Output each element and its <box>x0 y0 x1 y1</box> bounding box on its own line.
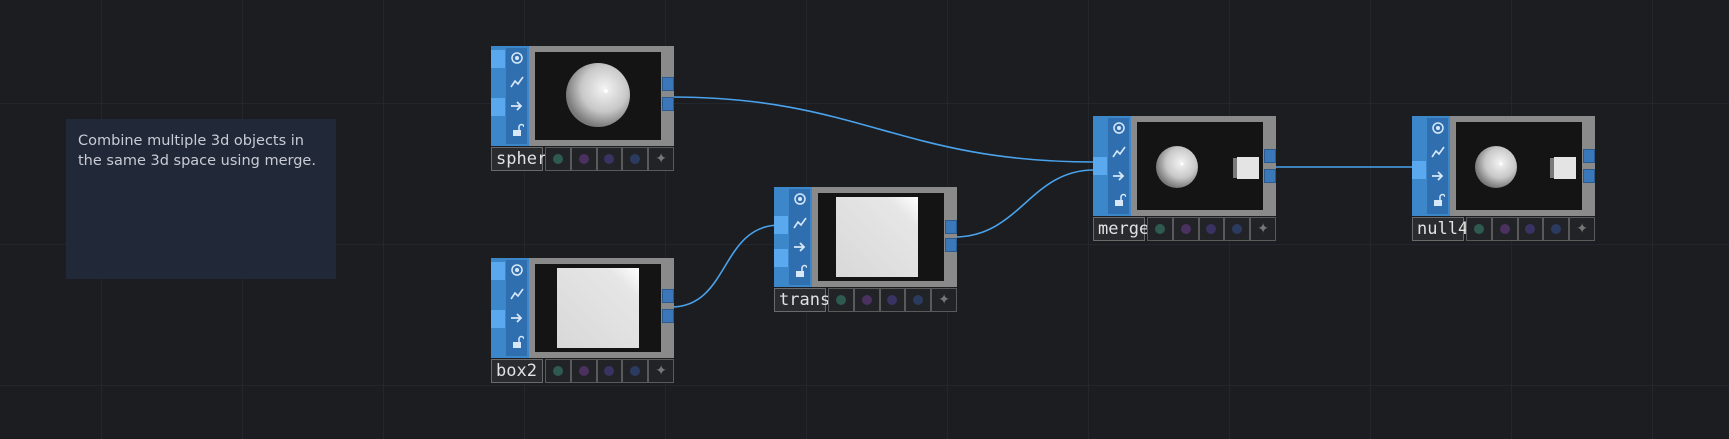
render-flag[interactable] <box>853 288 880 312</box>
cook-icon[interactable] <box>1108 142 1129 162</box>
lock-flag[interactable] <box>622 359 649 383</box>
sphere-preview <box>1475 146 1517 188</box>
viewer-flag[interactable]: ✦ <box>648 147 674 171</box>
node-viewer <box>1456 122 1582 210</box>
viewer-active-icon[interactable] <box>506 260 527 280</box>
lock-flag[interactable] <box>1224 217 1251 241</box>
viewer-active-icon[interactable] <box>506 48 527 68</box>
input-connector[interactable] <box>774 216 788 234</box>
wire-box2-transform1 <box>670 224 781 308</box>
viewer-flag[interactable]: ✦ <box>648 359 674 383</box>
unlock-icon[interactable] <box>1108 190 1129 210</box>
output-connector[interactable] <box>1264 149 1276 163</box>
unlock-icon[interactable] <box>506 332 527 352</box>
cook-icon[interactable] <box>506 72 527 92</box>
input-connector[interactable] <box>491 50 505 68</box>
input-connector[interactable] <box>491 262 505 280</box>
node-flags: ✦ <box>1147 217 1276 241</box>
arrow-right-icon[interactable] <box>1108 166 1129 186</box>
output-connector[interactable] <box>662 77 674 91</box>
output-connector[interactable] <box>945 238 957 252</box>
box-preview <box>1554 157 1576 179</box>
render-flag[interactable] <box>1491 217 1518 241</box>
output-connector[interactable] <box>945 220 957 234</box>
input-connector[interactable] <box>491 310 505 328</box>
comment-box[interactable]: Combine multiple 3d objects in the same … <box>66 119 336 279</box>
node-name-label[interactable]: merge1 <box>1093 217 1159 241</box>
unlock-icon[interactable] <box>789 261 810 281</box>
node-transform1[interactable]: transform1 ✦ <box>774 187 957 316</box>
lock-flag[interactable] <box>622 147 649 171</box>
render-flag[interactable] <box>1172 217 1199 241</box>
arrow-right-icon[interactable] <box>1427 166 1448 186</box>
node-merge1[interactable]: merge1 ✦ <box>1093 116 1276 245</box>
lock-flag[interactable] <box>905 288 932 312</box>
viewer-active-icon[interactable] <box>1427 118 1448 138</box>
output-connector[interactable] <box>662 97 674 111</box>
comment-text: Combine multiple 3d objects in the same … <box>78 133 316 169</box>
node-name-label[interactable]: sphere1 <box>491 147 568 171</box>
output-connector[interactable] <box>662 289 674 303</box>
output-connector[interactable] <box>1583 169 1595 183</box>
node-viewer <box>535 52 661 140</box>
arrow-right-icon[interactable] <box>506 308 527 328</box>
display-flag[interactable] <box>1147 217 1173 241</box>
bypass-flag[interactable] <box>596 147 623 171</box>
node-name-label[interactable]: box2 <box>491 359 543 383</box>
node-viewer <box>818 193 944 281</box>
output-connector[interactable] <box>662 309 674 323</box>
render-flag[interactable] <box>570 147 597 171</box>
viewer-flag[interactable]: ✦ <box>1569 217 1595 241</box>
sphere-preview <box>1156 146 1198 188</box>
viewer-flag[interactable]: ✦ <box>931 288 957 312</box>
node-flags: ✦ <box>828 288 957 312</box>
unlock-icon[interactable] <box>506 120 527 140</box>
output-connector[interactable] <box>1583 149 1595 163</box>
display-flag[interactable] <box>545 359 571 383</box>
wire-transform1-merge1 <box>953 169 1095 238</box>
display-flag[interactable] <box>1466 217 1492 241</box>
bypass-flag[interactable] <box>596 359 623 383</box>
wire-sphere1-merge1 <box>670 96 1095 163</box>
arrow-right-icon[interactable] <box>789 237 810 257</box>
node-name-label[interactable]: transform1 <box>774 288 881 312</box>
box-preview <box>836 197 918 277</box>
node-name-label[interactable]: null4 <box>1412 217 1468 241</box>
node-flags: ✦ <box>545 147 674 171</box>
input-connector[interactable] <box>1412 161 1426 179</box>
bypass-flag[interactable] <box>1517 217 1544 241</box>
bypass-flag[interactable] <box>879 288 906 312</box>
node-sphere1[interactable]: sphere1 ✦ <box>491 46 674 175</box>
node-viewer <box>1137 122 1263 210</box>
node-box2[interactable]: box2 ✦ <box>491 258 674 387</box>
lock-flag[interactable] <box>1543 217 1570 241</box>
display-flag[interactable] <box>545 147 571 171</box>
input-connector[interactable] <box>491 98 505 116</box>
display-flag[interactable] <box>828 288 854 312</box>
bypass-flag[interactable] <box>1198 217 1225 241</box>
cook-icon[interactable] <box>506 284 527 304</box>
cook-icon[interactable] <box>789 213 810 233</box>
node-flags: ✦ <box>1466 217 1595 241</box>
sphere-preview <box>566 63 630 127</box>
cook-icon[interactable] <box>1427 142 1448 162</box>
node-null4[interactable]: null4 ✦ <box>1412 116 1595 245</box>
render-flag[interactable] <box>570 359 597 383</box>
output-connector[interactable] <box>1264 169 1276 183</box>
viewer-active-icon[interactable] <box>789 189 810 209</box>
box-preview <box>557 268 639 348</box>
node-flags: ✦ <box>545 359 674 383</box>
input-connector[interactable] <box>774 249 788 267</box>
unlock-icon[interactable] <box>1427 190 1448 210</box>
viewer-flag[interactable]: ✦ <box>1250 217 1276 241</box>
arrow-right-icon[interactable] <box>506 96 527 116</box>
box-preview <box>1237 157 1259 179</box>
input-connector[interactable] <box>1093 157 1107 175</box>
node-viewer <box>535 264 661 352</box>
viewer-active-icon[interactable] <box>1108 118 1129 138</box>
